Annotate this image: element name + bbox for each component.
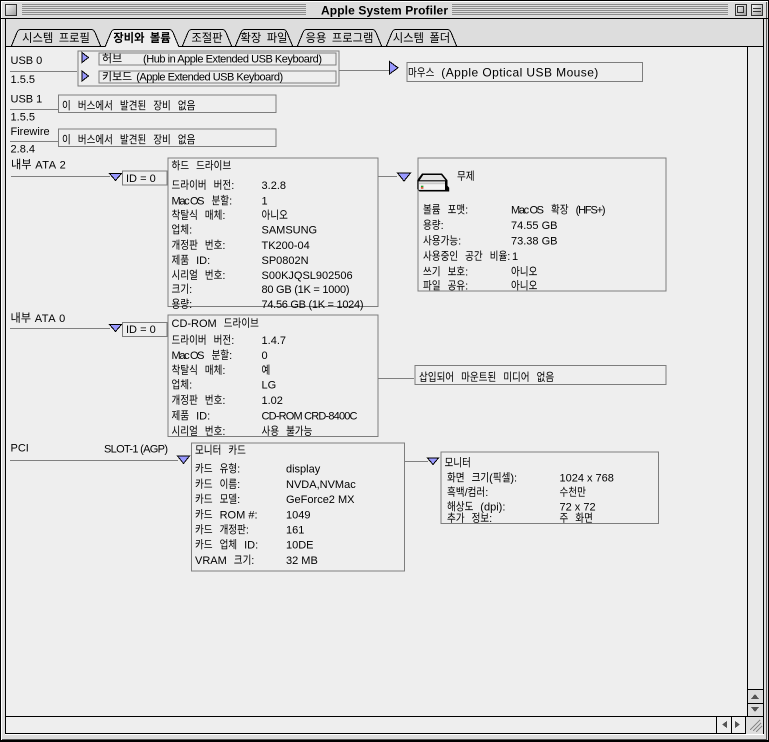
svg-text::: : bbox=[222, 426, 225, 438]
svg-text::: : bbox=[231, 335, 234, 347]
svg-text:2.8.4: 2.8.4 bbox=[11, 144, 36, 156]
svg-text:(Hub in Apple Extended USB Key: (Hub in Apple Extended USB Keyboard) bbox=[143, 54, 322, 66]
svg-text::: : bbox=[507, 251, 510, 263]
svg-text::: : bbox=[189, 284, 192, 296]
svg-text:ID = 0: ID = 0 bbox=[126, 324, 156, 336]
svg-text:73.38 GB: 73.38 GB bbox=[511, 236, 558, 248]
svg-text::: : bbox=[229, 196, 232, 208]
svg-text:USB 1: USB 1 bbox=[11, 94, 43, 106]
svg-text::: : bbox=[489, 513, 492, 525]
svg-text:NVDA,NVMac: NVDA,NVMac bbox=[286, 479, 356, 491]
svg-text:display: display bbox=[286, 464, 321, 476]
svg-text::: : bbox=[222, 240, 225, 252]
svg-text:1: 1 bbox=[512, 251, 518, 263]
svg-text:USB 0: USB 0 bbox=[11, 55, 43, 67]
svg-text:32 MB: 32 MB bbox=[286, 555, 318, 567]
svg-text:Apple System Profiler: Apple System Profiler bbox=[321, 4, 448, 18]
svg-text::: : bbox=[189, 225, 192, 237]
svg-text:80 GB (1K = 1000): 80 GB (1K = 1000) bbox=[262, 284, 350, 296]
svg-text:(Apple Extended USB Keyboard): (Apple Extended USB Keyboard) bbox=[136, 72, 283, 84]
svg-text::: : bbox=[222, 270, 225, 282]
svg-text:):: ): bbox=[510, 473, 517, 485]
svg-text:161: 161 bbox=[286, 525, 304, 537]
svg-text:1.5.5: 1.5.5 bbox=[11, 112, 36, 124]
svg-text:1024 x 768: 1024 x 768 bbox=[560, 473, 614, 485]
svg-text:PCI: PCI bbox=[11, 443, 29, 455]
svg-text::: : bbox=[189, 299, 192, 311]
svg-text:(HFS+): (HFS+) bbox=[576, 205, 606, 217]
svg-text:74.56 GB (1K = 1024): 74.56 GB (1K = 1024) bbox=[262, 299, 364, 311]
svg-text:LG: LG bbox=[262, 380, 277, 392]
svg-text::: : bbox=[251, 555, 254, 567]
svg-text:1.02: 1.02 bbox=[262, 395, 283, 407]
svg-text:1.5.5: 1.5.5 bbox=[11, 74, 36, 86]
svg-text::: : bbox=[485, 487, 488, 499]
svg-text:Firewire: Firewire bbox=[11, 126, 50, 138]
svg-text:74.55 GB: 74.55 GB bbox=[511, 220, 558, 232]
svg-text::: : bbox=[458, 236, 461, 248]
svg-text:TK200-04: TK200-04 bbox=[262, 240, 310, 252]
svg-text:SLOT-1 (AGP): SLOT-1 (AGP) bbox=[104, 444, 168, 456]
svg-text:SAMSUNG: SAMSUNG bbox=[262, 225, 318, 237]
svg-text:Mac OS: Mac OS bbox=[172, 350, 205, 362]
svg-text::: : bbox=[465, 281, 468, 293]
svg-text::: : bbox=[237, 479, 240, 491]
svg-text:ID:: ID: bbox=[196, 411, 210, 423]
svg-text:(: ( bbox=[489, 473, 493, 485]
svg-text::: : bbox=[237, 464, 240, 476]
svg-text::: : bbox=[441, 220, 444, 232]
svg-text:1.4.7: 1.4.7 bbox=[262, 335, 287, 347]
svg-text:72 x 72: 72 x 72 bbox=[560, 502, 596, 514]
svg-text::: : bbox=[222, 365, 225, 377]
svg-text:ID:: ID: bbox=[196, 255, 210, 267]
svg-text:(dpi):: (dpi): bbox=[480, 502, 505, 514]
svg-text:CD-ROM: CD-ROM bbox=[172, 318, 217, 330]
svg-text::: : bbox=[465, 205, 468, 217]
svg-text::: : bbox=[465, 267, 468, 279]
svg-text:0: 0 bbox=[262, 350, 268, 362]
svg-text:S00KJQSL902506: S00KJQSL902506 bbox=[262, 270, 353, 282]
svg-text:CD-ROM CRD-8400C: CD-ROM CRD-8400C bbox=[262, 411, 358, 423]
svg-text:3.2.8: 3.2.8 bbox=[262, 180, 287, 192]
svg-text:ID = 0: ID = 0 bbox=[126, 173, 156, 185]
svg-text:1049: 1049 bbox=[286, 510, 311, 522]
svg-text:GeForce2 MX: GeForce2 MX bbox=[286, 494, 355, 506]
svg-text::: : bbox=[237, 494, 240, 506]
svg-text:(Apple Optical USB Mouse): (Apple Optical USB Mouse) bbox=[441, 66, 598, 80]
svg-text:Mac OS: Mac OS bbox=[172, 196, 205, 208]
svg-text::: : bbox=[222, 210, 225, 222]
svg-text::: : bbox=[189, 380, 192, 392]
svg-text:ATA 2: ATA 2 bbox=[35, 160, 66, 172]
svg-text:SP0802N: SP0802N bbox=[262, 255, 309, 267]
svg-text::: : bbox=[222, 395, 225, 407]
svg-text:ATA 0: ATA 0 bbox=[35, 313, 66, 325]
svg-text::: : bbox=[246, 525, 249, 537]
svg-text:VRAM: VRAM bbox=[195, 555, 227, 567]
svg-text:Mac OS: Mac OS bbox=[511, 205, 544, 217]
svg-text:10DE: 10DE bbox=[286, 540, 314, 552]
svg-text:1: 1 bbox=[262, 196, 268, 208]
svg-text::: : bbox=[229, 350, 232, 362]
svg-text:ID:: ID: bbox=[244, 540, 258, 552]
svg-text:ROM #:: ROM #: bbox=[220, 510, 258, 522]
svg-text::: : bbox=[231, 180, 234, 192]
